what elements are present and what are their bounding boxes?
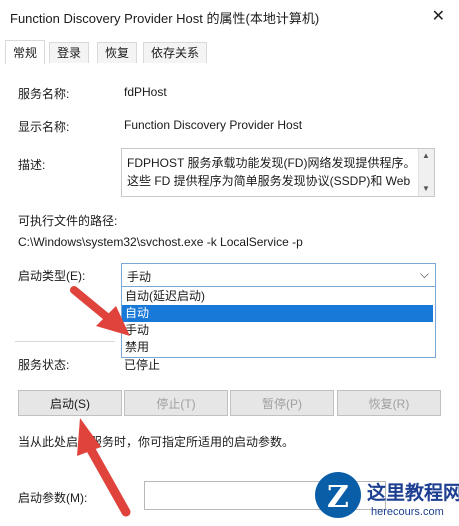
- logo-icon: Z: [315, 472, 361, 518]
- watermark-title: 这里教程网: [367, 482, 459, 504]
- watermark-logo: Z 这里教程网 herecours.com: [315, 468, 459, 526]
- annotation-arrows: [70, 286, 131, 517]
- watermark-url: herecours.com: [371, 506, 444, 518]
- arrow-to-start-button-icon: [77, 418, 131, 517]
- arrow-to-dropdown-icon: [70, 286, 130, 336]
